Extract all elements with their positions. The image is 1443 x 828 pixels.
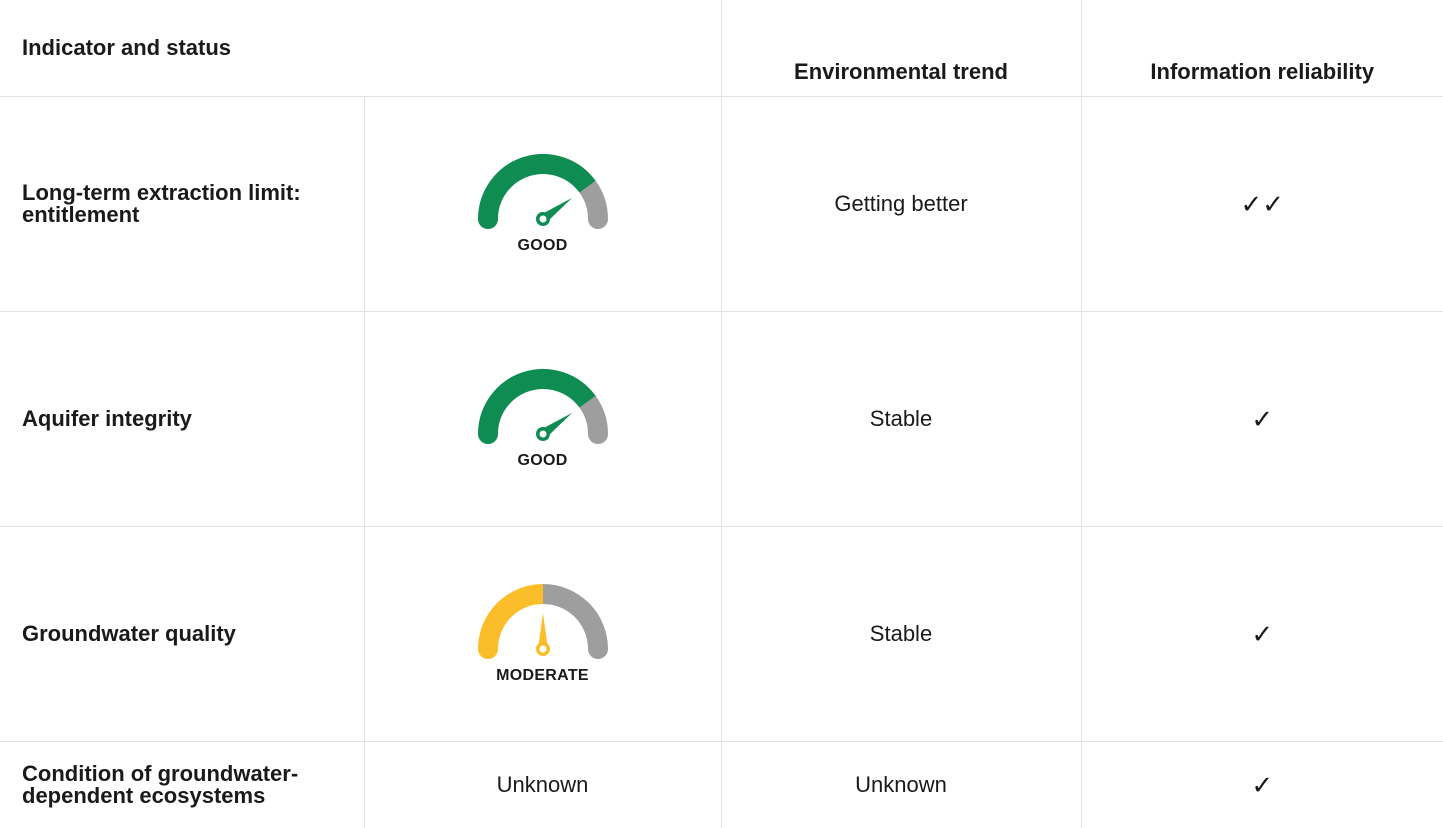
table-row: Condition of groundwater-dependent ecosy…	[0, 742, 1443, 828]
status-cell: GOOD	[364, 312, 721, 527]
indicator-name: Long-term extraction limit: entitlement	[0, 97, 364, 312]
header-information-reliability: Information reliability	[1081, 0, 1443, 97]
environmental-trend: Stable	[721, 527, 1081, 742]
reliability-checkmarks: ✓	[1081, 742, 1443, 828]
status-label: MODERATE	[473, 667, 613, 685]
indicator-status-table: Indicator and status Environmental trend…	[0, 0, 1443, 828]
status-gauge: GOOD	[473, 368, 613, 470]
status-label: GOOD	[473, 237, 613, 255]
reliability-checkmarks: ✓	[1081, 527, 1443, 742]
table-row: Aquifer integrity GOOD Stable ✓	[0, 312, 1443, 527]
gauge-dial-icon	[473, 153, 613, 233]
status-text: Unknown	[364, 742, 721, 828]
table-row: Long-term extraction limit: entitlement …	[0, 97, 1443, 312]
reliability-checkmarks: ✓	[1081, 312, 1443, 527]
status-gauge: GOOD	[473, 153, 613, 255]
environmental-trend: Unknown	[721, 742, 1081, 828]
gauge-level-arc	[488, 164, 587, 219]
reliability-checkmarks: ✓✓	[1081, 97, 1443, 312]
indicator-name: Condition of groundwater-dependent ecosy…	[0, 742, 364, 828]
status-cell: GOOD	[364, 97, 721, 312]
header-environmental-trend: Environmental trend	[721, 0, 1081, 97]
gauge-hub-center	[539, 646, 546, 653]
gauge-hub-center	[539, 431, 546, 438]
status-gauge: MODERATE	[473, 583, 613, 685]
gauge-remaining-arc	[543, 594, 598, 649]
table-row: Groundwater quality MODERATE Stable ✓	[0, 527, 1443, 742]
gauge-remaining-arc	[587, 402, 598, 434]
header-status-spacer	[364, 0, 721, 97]
gauge-hub-center	[539, 216, 546, 223]
gauge-remaining-arc	[587, 187, 598, 219]
header-indicator-status: Indicator and status	[0, 0, 364, 97]
gauge-level-arc	[488, 379, 587, 434]
environmental-trend: Stable	[721, 312, 1081, 527]
gauge-dial-icon	[473, 368, 613, 448]
gauge-level-arc	[488, 594, 543, 649]
indicator-name: Groundwater quality	[0, 527, 364, 742]
table-header-row: Indicator and status Environmental trend…	[0, 0, 1443, 97]
indicator-name: Aquifer integrity	[0, 312, 364, 527]
environmental-trend: Getting better	[721, 97, 1081, 312]
gauge-level-cap	[478, 209, 498, 229]
gauge-dial-icon	[473, 583, 613, 663]
gauge-level-cap	[478, 639, 498, 659]
gauge-level-cap	[478, 424, 498, 444]
status-cell: MODERATE	[364, 527, 721, 742]
status-label: GOOD	[473, 452, 613, 470]
